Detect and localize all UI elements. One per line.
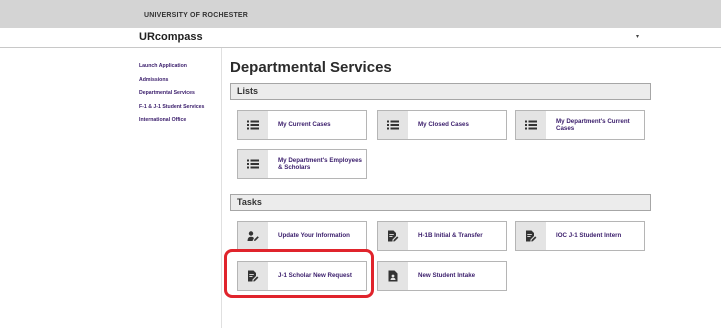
tile-icon-box bbox=[516, 111, 546, 139]
tile-my-department-current-cases[interactable]: My Department's Current Cases bbox=[515, 110, 645, 140]
list-icon bbox=[525, 120, 537, 130]
tile-label: Update Your Information bbox=[278, 232, 350, 240]
tile-label: My Current Cases bbox=[278, 121, 331, 129]
university-name: UNIVERSITY OF ROCHESTER bbox=[144, 12, 249, 19]
form-edit-icon bbox=[388, 230, 399, 242]
tile-h1b-initial-transfer[interactable]: H-1B Initial & Transfer bbox=[377, 221, 507, 251]
tile-icon-box bbox=[238, 111, 268, 139]
tile-label: My Department's Current Cases bbox=[556, 117, 630, 132]
tile-my-department-employees-scholars[interactable]: My Department's Employees & Scholars bbox=[237, 149, 367, 179]
tile-label: My Closed Cases bbox=[418, 121, 469, 129]
tile-label: J-1 Scholar New Request bbox=[278, 272, 352, 280]
tile-icon-box bbox=[516, 222, 546, 250]
tile-icon-box bbox=[238, 222, 268, 250]
tile-my-current-cases[interactable]: My Current Cases bbox=[237, 110, 367, 140]
tile-icon-box bbox=[378, 111, 408, 139]
sidebar-item-f1-j1-student-services[interactable]: F-1 & J-1 Student Services bbox=[139, 101, 221, 115]
chevron-down-icon[interactable]: ▾ bbox=[636, 33, 639, 40]
list-icon bbox=[387, 120, 399, 130]
tile-label: H-1B Initial & Transfer bbox=[418, 232, 483, 240]
tile-new-student-intake[interactable]: New Student Intake bbox=[377, 261, 507, 291]
tile-icon-box bbox=[378, 222, 408, 250]
sidebar-item-international-office[interactable]: International Office bbox=[139, 114, 221, 128]
tile-icon-box bbox=[378, 262, 408, 290]
university-bar: UNIVERSITY OF ROCHESTER bbox=[0, 0, 721, 28]
tile-j1-scholar-new-request[interactable]: J-1 Scholar New Request bbox=[237, 261, 367, 291]
tile-label: New Student Intake bbox=[418, 272, 476, 280]
sidebar-nav: Launch Application Admissions Department… bbox=[139, 60, 221, 128]
tile-update-your-information[interactable]: Update Your Information bbox=[237, 221, 367, 251]
sidebar-item-launch-application[interactable]: Launch Application bbox=[139, 60, 221, 74]
list-icon bbox=[247, 159, 259, 169]
sidebar-item-departmental-services[interactable]: Departmental Services bbox=[139, 87, 221, 101]
app-bar: URcompass ▾ bbox=[0, 28, 721, 48]
lists-section-header: Lists bbox=[230, 83, 651, 100]
app-name[interactable]: URcompass bbox=[139, 31, 203, 43]
form-edit-icon bbox=[248, 270, 259, 282]
sidebar-item-admissions[interactable]: Admissions bbox=[139, 74, 221, 88]
document-user-icon bbox=[388, 270, 398, 282]
tile-ioc-j1-student-intern[interactable]: IOC J-1 Student Intern bbox=[515, 221, 645, 251]
sidebar-divider bbox=[221, 48, 222, 328]
user-edit-icon bbox=[247, 231, 259, 241]
tile-icon-box bbox=[238, 150, 268, 178]
list-icon bbox=[247, 120, 259, 130]
tasks-section-title: Tasks bbox=[237, 197, 262, 207]
page-title: Departmental Services bbox=[230, 59, 392, 76]
tile-label: My Department's Employees & Scholars bbox=[278, 156, 362, 171]
tasks-section-header: Tasks bbox=[230, 194, 651, 211]
tile-icon-box bbox=[238, 262, 268, 290]
tile-label: IOC J-1 Student Intern bbox=[556, 232, 622, 240]
tile-my-closed-cases[interactable]: My Closed Cases bbox=[377, 110, 507, 140]
form-edit-icon bbox=[526, 230, 537, 242]
lists-section-title: Lists bbox=[237, 86, 259, 96]
